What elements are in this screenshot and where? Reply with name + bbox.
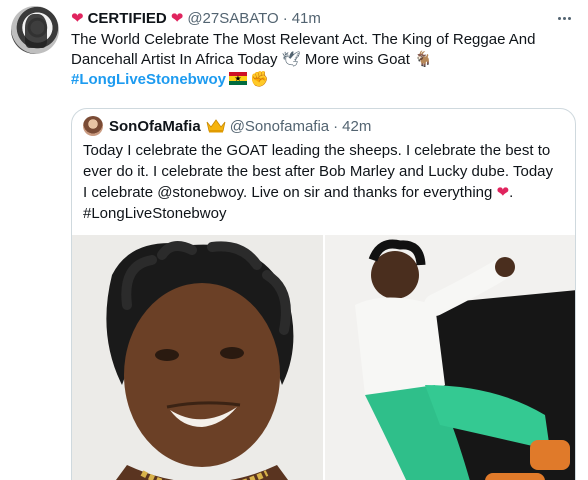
seated-image [325, 235, 575, 480]
photo-right[interactable] [325, 235, 575, 480]
quote-author-avatar[interactable] [83, 116, 103, 136]
tweet-text-part: More wins Goat [304, 51, 410, 68]
quoted-tweet[interactable]: SonOfaMafia @Sonofamafia · 42m Today I c… [71, 108, 576, 480]
quote-header: SonOfaMafia @Sonofamafia · 42m [83, 116, 371, 136]
dove-icon: 🕊 [281, 51, 301, 68]
tweet-text-part: Dancehall Artist In Africa Today [71, 51, 278, 68]
author-name[interactable]: CERTIFIED [88, 10, 167, 27]
avatar-silhouette [25, 14, 47, 48]
tweet-text-line: The World Celebrate The Most Relevant Ac… [71, 31, 536, 48]
author-avatar[interactable] [11, 6, 59, 54]
tweet-header: ❤ CERTIFIED ❤ @27SABATO · 41m [71, 8, 321, 28]
quote-text-line: ever do it. I celebrate the best after B… [83, 163, 554, 180]
separator-dot: · [333, 117, 339, 135]
red-heart-icon: ❤ [170, 9, 184, 27]
quote-author-name[interactable]: SonOfaMafia [109, 118, 201, 135]
portrait-image [72, 235, 323, 480]
fist-icon: ✊ [250, 71, 269, 88]
separator-dot: · [282, 9, 288, 27]
tweet-timestamp[interactable]: 41m [292, 10, 321, 27]
quote-hashtag-line: #LongLiveStonebwoy [83, 203, 565, 224]
quote-timestamp[interactable]: 42m [342, 118, 371, 135]
tweet-hashtag-line: #LongLiveStonebwoy ★ ✊ [71, 70, 576, 90]
more-options-icon[interactable] [552, 8, 576, 28]
crown-icon [206, 119, 226, 133]
quote-text-line: Today I celebrate the GOAT leading the s… [83, 142, 551, 159]
tweet-text: The World Celebrate The Most Relevant Ac… [71, 30, 576, 90]
photo-left[interactable] [72, 235, 323, 480]
red-heart-icon: ❤ [71, 9, 84, 27]
quote-text-line-3: I celebrate @stonebwoy. Live on sir and … [83, 184, 514, 201]
goat-icon: 🐐 [414, 51, 433, 68]
red-heart-icon: ❤ [496, 184, 510, 201]
quote-text-part: I celebrate @stonebwoy. Live on sir and … [83, 184, 493, 201]
quote-author-handle[interactable]: @Sonofamafia [230, 118, 329, 135]
author-handle[interactable]: @27SABATO [187, 10, 278, 27]
hashtag-link[interactable]: #LongLiveStonebwoy [71, 71, 226, 88]
quote-hashtag[interactable]: #LongLiveStonebwoy [83, 205, 226, 222]
quote-text: Today I celebrate the GOAT leading the s… [83, 140, 565, 224]
ghana-flag-icon: ★ [229, 72, 248, 85]
tweet-text-line-2: Dancehall Artist In Africa Today 🕊 More … [71, 50, 576, 70]
